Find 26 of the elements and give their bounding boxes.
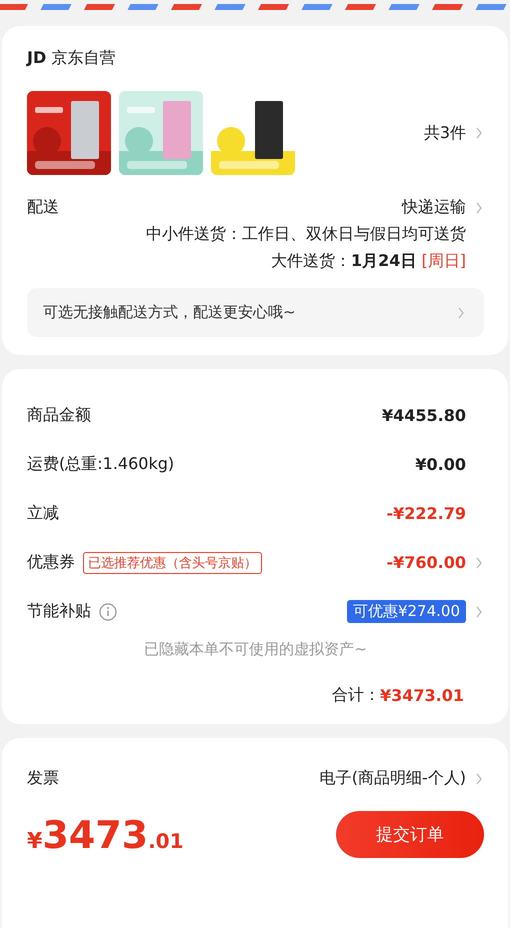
amount-value: ¥0.00 bbox=[415, 455, 466, 474]
invoice-type[interactable]: 电子(商品明细-个人) bbox=[320, 768, 466, 789]
amount-label: 商品金额 bbox=[27, 405, 91, 426]
invoice-label: 发票 bbox=[27, 768, 59, 789]
info-icon bbox=[99, 602, 117, 620]
amount-value: -¥760.00 bbox=[386, 553, 466, 572]
submit-order-button[interactable]: 提交订单 bbox=[336, 811, 484, 858]
total-value: ¥3473.01 bbox=[380, 686, 464, 705]
amount-label: 优惠券 bbox=[27, 552, 75, 573]
shop-name: JD 京东自营 bbox=[27, 48, 116, 69]
chevron-icon bbox=[474, 125, 484, 141]
amount-label: 节能补贴 bbox=[27, 601, 91, 622]
amount-value: ¥4455.80 bbox=[382, 406, 466, 425]
coupon-tag: 已选推荐优惠（含头号京贴） bbox=[83, 552, 262, 574]
large-item-delivery: 大件送货：1月24日 [周日] bbox=[271, 251, 466, 272]
delivery-label: 配送 bbox=[27, 197, 59, 218]
delivery-method[interactable]: 快递运输 bbox=[402, 197, 466, 218]
amount-value: -¥222.79 bbox=[386, 504, 466, 523]
subsidy-badge[interactable]: 可优惠¥274.00 bbox=[346, 600, 466, 623]
amount-label: 立减 bbox=[27, 503, 59, 524]
small-item-delivery: 中小件送货：工作日、双休日与假日均可送货 bbox=[146, 224, 466, 245]
item-count[interactable]: 共3件 bbox=[424, 122, 466, 144]
total-label: 合计： bbox=[332, 685, 380, 706]
contactless-banner[interactable]: 可选无接触配送方式，配送更安心哦~ bbox=[27, 288, 484, 337]
amount-label: 运费(总重:1.460kg) bbox=[27, 454, 174, 475]
total-price: ¥3473.01 bbox=[27, 812, 184, 856]
